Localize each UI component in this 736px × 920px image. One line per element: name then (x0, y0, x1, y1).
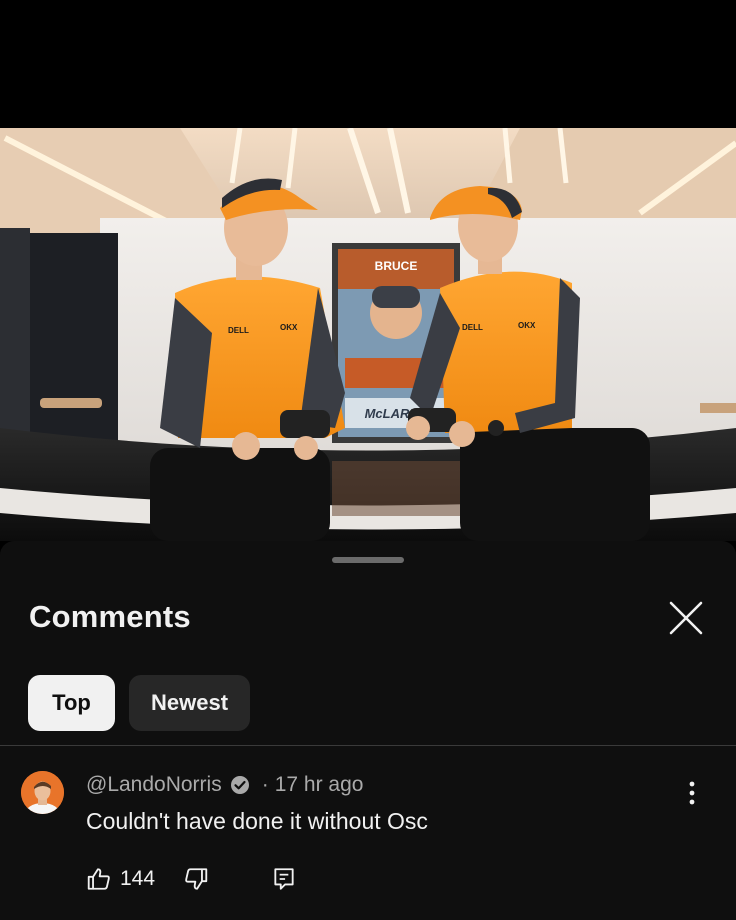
divider (0, 745, 736, 746)
comment-item: @LandoNorris · 17 hr ago Couldn't have d… (0, 766, 736, 916)
comment-meta: @LandoNorris · 17 hr ago (86, 773, 363, 797)
avatar-image (21, 771, 64, 814)
chip-newest[interactable]: Newest (129, 675, 251, 731)
avatar[interactable] (21, 771, 64, 814)
comments-sheet: Comments Top Newest @LandoNorris · 17 hr… (0, 541, 736, 920)
like-button[interactable]: 144 (86, 866, 155, 892)
comment-actions: 144 (86, 866, 297, 892)
thumbs-down-icon (185, 868, 208, 890)
comment-author[interactable]: @LandoNorris (86, 773, 222, 797)
close-button[interactable] (664, 596, 708, 640)
comment-time: 17 hr ago (274, 773, 364, 796)
meta-separator: · (261, 773, 269, 796)
reply-icon (274, 868, 294, 890)
jersey-left-sponsor-2: OKX (280, 323, 298, 332)
verified-check-icon (230, 775, 250, 795)
chip-top[interactable]: Top (28, 675, 115, 731)
comments-title: Comments (29, 599, 191, 634)
video-frame: BRUCE McLAREN DELL OKX DELL OKX (0, 128, 736, 541)
dislike-button[interactable] (183, 866, 209, 892)
screen: BRUCE McLAREN DELL OKX DELL OKX Comments… (0, 0, 736, 920)
more-vertical-icon (689, 781, 695, 805)
poster-title: BRUCE (375, 259, 418, 273)
sort-chips: Top Newest (28, 675, 251, 731)
jersey-left-sponsor-1: DELL (228, 326, 249, 335)
thumbs-up-icon (87, 868, 110, 890)
jersey-right-sponsor-1: DELL (462, 323, 483, 332)
close-icon (669, 601, 703, 635)
reply-button[interactable] (271, 866, 297, 892)
like-count: 144 (120, 867, 156, 890)
more-button[interactable] (680, 778, 704, 808)
video-player[interactable]: BRUCE McLAREN DELL OKX DELL OKX (0, 128, 736, 541)
jersey-right-sponsor-2: OKX (518, 321, 536, 330)
drag-handle[interactable] (332, 557, 404, 563)
comment-text: Couldn't have done it without Osc (86, 808, 428, 834)
